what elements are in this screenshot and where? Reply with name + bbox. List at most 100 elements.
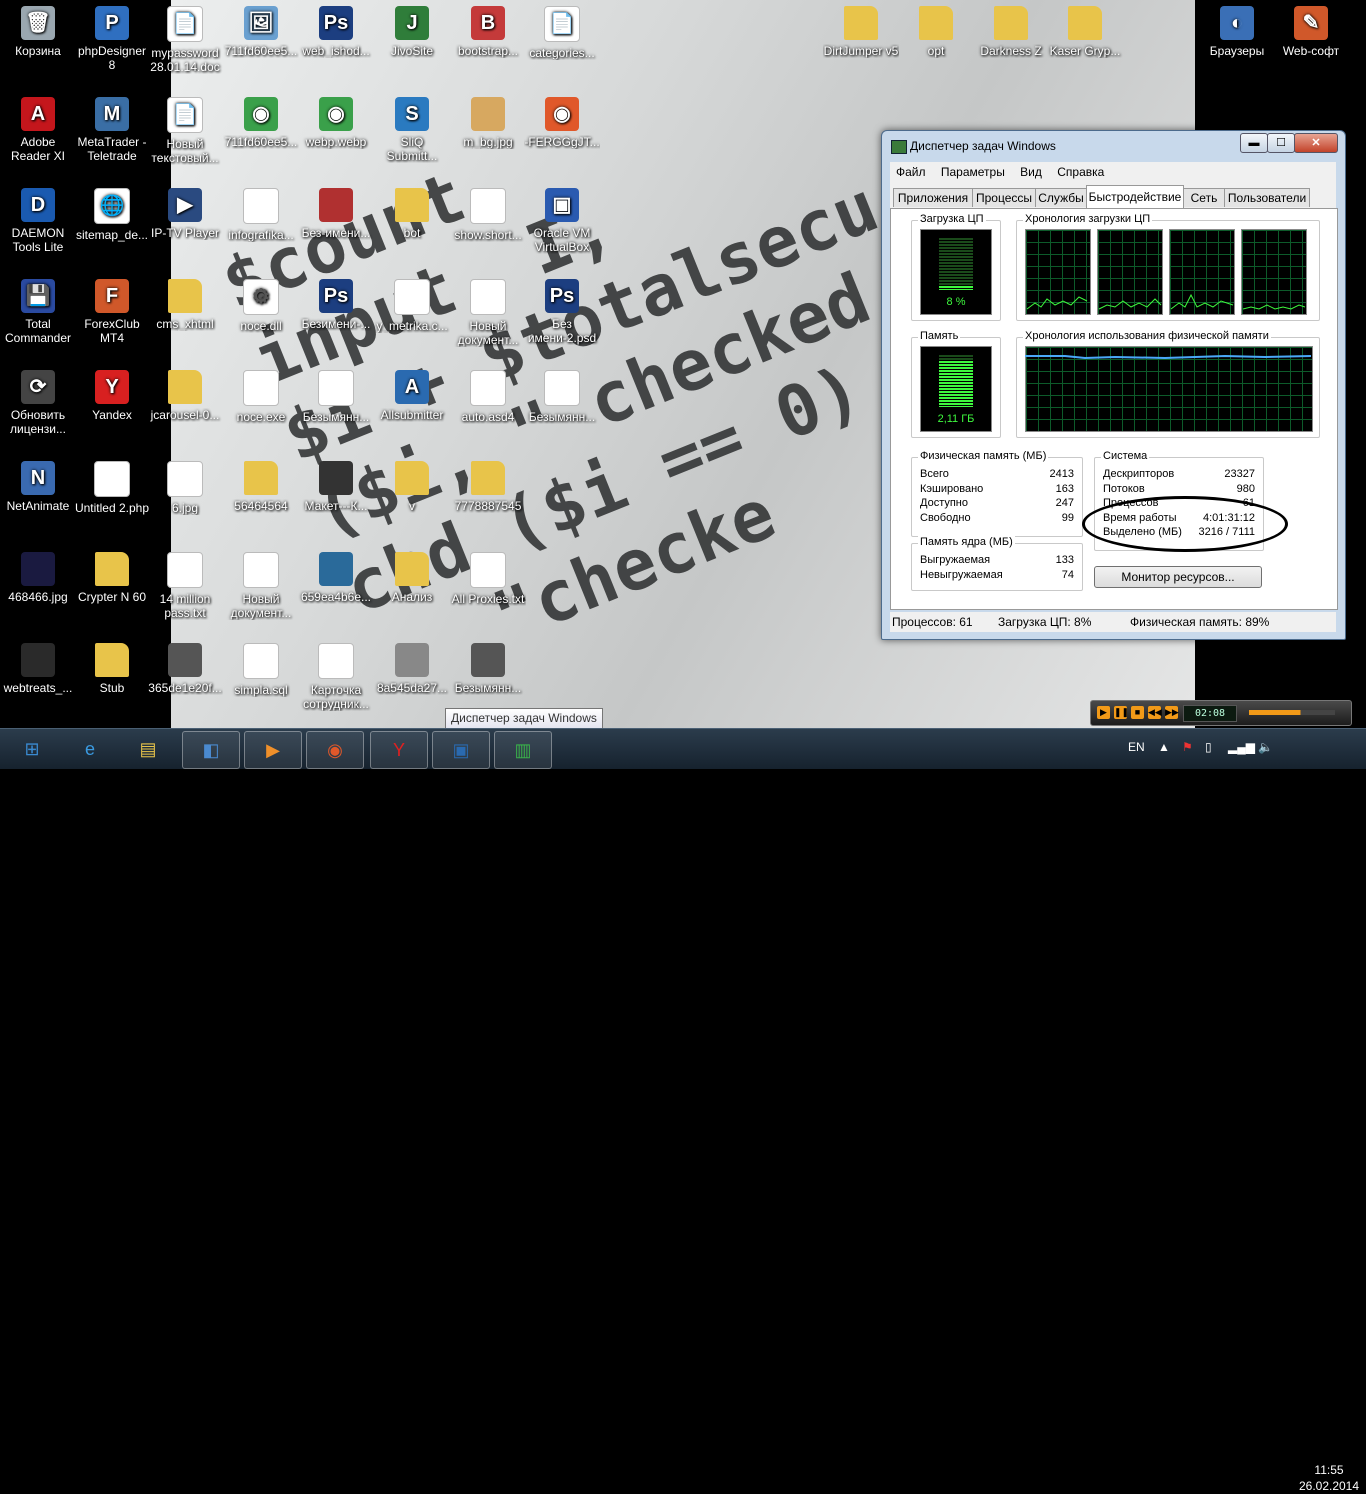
- desktop-icon[interactable]: y_metrika.c...: [374, 279, 450, 333]
- desktop-icon[interactable]: infografika...: [223, 188, 299, 242]
- virtualbox-icon[interactable]: ▣: [432, 731, 490, 769]
- desktop-icon[interactable]: Kaser Gryp...: [1047, 6, 1123, 58]
- menu-help[interactable]: Справка: [1051, 162, 1110, 182]
- desktop-icon[interactable]: 8a545da27...: [374, 643, 450, 695]
- desktop-icon[interactable]: 14 million pass.txt: [147, 552, 223, 620]
- desktop-icon[interactable]: Карточка сотрудник...: [298, 643, 374, 711]
- desktop-icon[interactable]: J JivoSite: [374, 6, 450, 58]
- desktop-icon[interactable]: Ps Безимени-...: [298, 279, 374, 331]
- desktop-icon[interactable]: All Proxies.txt: [450, 552, 526, 606]
- tab-users[interactable]: Пользователи: [1224, 188, 1310, 207]
- network-icon[interactable]: ▂▄▆: [1228, 740, 1255, 754]
- file-explorer-icon[interactable]: ▤: [120, 731, 176, 767]
- tab-processes[interactable]: Процессы: [972, 188, 1036, 207]
- internet-explorer-icon[interactable]: e: [62, 731, 118, 767]
- desktop-icon[interactable]: Crypter N 60: [74, 552, 150, 604]
- desktop-icon[interactable]: bot: [374, 188, 450, 240]
- desktop-icon[interactable]: opt: [898, 6, 974, 58]
- desktop-icon[interactable]: S SliQ Submitt...: [374, 97, 450, 163]
- desktop-icon[interactable]: ◉ webp.webp: [298, 97, 374, 149]
- desktop-icon[interactable]: N NetAnimate: [0, 461, 76, 513]
- desktop-icon[interactable]: Ps Без имени-2.psd: [524, 279, 600, 345]
- play-icon[interactable]: ▶: [1097, 706, 1110, 719]
- desktop-icon[interactable]: A Allsubmitter: [374, 370, 450, 422]
- desktop-icon[interactable]: ✎ Web-софт: [1273, 6, 1349, 58]
- desktop-icon[interactable]: ◐ Браузеры: [1199, 6, 1275, 58]
- desktop-icon[interactable]: 💾 Total Commander: [0, 279, 76, 345]
- desktop-icon[interactable]: Новый документ...: [223, 552, 299, 620]
- close-button[interactable]: ✕: [1294, 133, 1338, 153]
- desktop-icon[interactable]: show.short...: [450, 188, 526, 242]
- minimize-button[interactable]: ▬: [1240, 133, 1268, 153]
- desktop-icon[interactable]: Bbootstrap...: [450, 6, 526, 58]
- desktop-icon[interactable]: ⟳ Обновить лицензи...: [0, 370, 76, 436]
- desktop-icon[interactable]: 56464564: [223, 461, 299, 513]
- desktop-icon[interactable]: F ForexClub MT4: [74, 279, 150, 345]
- desktop-icon[interactable]: jcarousel-0...: [147, 370, 223, 422]
- desktop-icon[interactable]: D DAEMON Tools Lite: [0, 188, 76, 254]
- desktop-icon[interactable]: 🌐 sitemap_de...: [74, 188, 150, 242]
- desktop-icon[interactable]: ◉ 711fd60ee5...: [223, 97, 299, 149]
- title-bar[interactable]: Диспетчер задач Windows ▬ ☐ ✕: [882, 131, 1345, 159]
- desktop-icon[interactable]: Безымянн...: [524, 370, 600, 424]
- action-center-icon[interactable]: ⚑: [1182, 740, 1193, 754]
- system-clock[interactable]: 11:55 26.02.2014: [1290, 1462, 1366, 1494]
- desktop-icon[interactable]: PphpDesigner 8: [74, 6, 150, 72]
- tab-performance[interactable]: Быстродействие: [1086, 185, 1184, 208]
- desktop-icon[interactable]: 365de1e20f...: [147, 643, 223, 695]
- desktop-icon[interactable]: 📄 categories...: [524, 6, 600, 60]
- desktop-icon[interactable]: Без-имени...: [298, 188, 374, 240]
- desktop-icon[interactable]: 📄 mypassword 28.01.14.doc: [147, 6, 223, 74]
- desktop-icon[interactable]: 6.jpg: [147, 461, 223, 515]
- desktop-icon[interactable]: ▶ IP-TV Player: [147, 188, 223, 240]
- desktop-icon[interactable]: Макет---К...: [298, 461, 374, 513]
- desktop-icon[interactable]: 7778887545: [450, 461, 526, 513]
- resource-monitor-button[interactable]: Монитор ресурсов...: [1094, 566, 1262, 588]
- desktop-icon[interactable]: Darkness Z: [973, 6, 1049, 58]
- desktop-icon[interactable]: noce.exe: [223, 370, 299, 424]
- pause-icon[interactable]: ❚❚: [1114, 706, 1129, 719]
- desktop-icon[interactable]: ▣ Oracle VM VirtualBox: [524, 188, 600, 254]
- desktop-icon[interactable]: Безымянн...: [450, 643, 526, 695]
- yandex-browser-icon[interactable]: Y: [370, 731, 428, 769]
- menu-options[interactable]: Параметры: [935, 162, 1011, 182]
- desktop-icon[interactable]: ◉ -FERGGgJT...: [524, 97, 600, 149]
- desktop-icon[interactable]: webtreats_...: [0, 643, 76, 695]
- desktop-icon[interactable]: Stub: [74, 643, 150, 695]
- show-hidden-icons-icon[interactable]: ▲: [1158, 740, 1170, 754]
- language-indicator[interactable]: EN: [1128, 740, 1145, 754]
- windows-app-icon[interactable]: ◧: [182, 731, 240, 769]
- desktop-icon[interactable]: Y Yandex: [74, 370, 150, 422]
- desktop-icon[interactable]: m_bg.jpg: [450, 97, 526, 149]
- desktop-icon[interactable]: Новый документ...: [450, 279, 526, 347]
- desktop-icon[interactable]: Безымянн...: [298, 370, 374, 424]
- stop-icon[interactable]: ■: [1131, 706, 1144, 719]
- menu-file[interactable]: Файл: [890, 162, 932, 182]
- desktop-icon[interactable]: 🗑 Корзина: [0, 6, 76, 58]
- tab-network[interactable]: Сеть: [1183, 188, 1225, 207]
- desktop-icon[interactable]: 659ea4b6e...: [298, 552, 374, 604]
- desktop-icon[interactable]: 468466.jpg: [0, 552, 76, 604]
- desktop-icon[interactable]: A Adobe Reader XI: [0, 97, 76, 163]
- firefox-icon[interactable]: ◉: [306, 731, 364, 769]
- desktop-icon[interactable]: Ps web_ishod...: [298, 6, 374, 58]
- tab-services[interactable]: Службы: [1035, 188, 1087, 207]
- task-manager-icon[interactable]: ▥: [494, 731, 552, 769]
- desktop-icon[interactable]: ⚙ noce.dll: [223, 279, 299, 333]
- maximize-button[interactable]: ☐: [1267, 133, 1295, 153]
- desktop-icon[interactable]: cms_xhtml: [147, 279, 223, 331]
- tab-applications[interactable]: Приложения: [893, 188, 973, 207]
- volume-slider[interactable]: [1249, 710, 1335, 715]
- previous-icon[interactable]: ◀◀: [1148, 706, 1162, 719]
- desktop-icon[interactable]: 🖼 711fd60ee5...: [223, 6, 299, 58]
- desktop-icon[interactable]: v: [374, 461, 450, 513]
- start-button[interactable]: ⊞: [4, 731, 60, 767]
- desktop-icon[interactable]: simpla.sql: [223, 643, 299, 697]
- task-manager-window[interactable]: Диспетчер задач Windows ▬ ☐ ✕ Файл Парам…: [881, 130, 1346, 640]
- device-icon[interactable]: ▯: [1205, 740, 1212, 754]
- desktop-icon[interactable]: Анализ: [374, 552, 450, 604]
- media-player-icon[interactable]: ▶: [244, 731, 302, 769]
- menu-view[interactable]: Вид: [1014, 162, 1048, 182]
- next-icon[interactable]: ▶▶: [1165, 706, 1179, 719]
- desktop-icon[interactable]: M MetaTrader - Teletrade: [74, 97, 150, 163]
